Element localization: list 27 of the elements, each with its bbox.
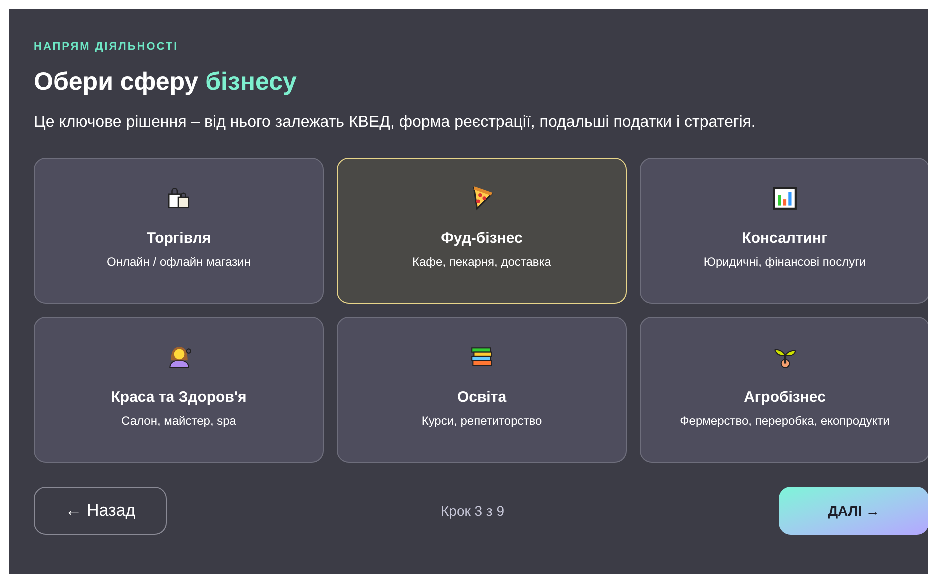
bar-chart-icon	[772, 185, 798, 211]
section-label: НАПРЯМ ДІЯЛЬНОСТІ	[34, 40, 179, 55]
shopping-bag-icon	[166, 185, 192, 211]
category-card[interactable]: Освіта Курси, репетиторство	[337, 317, 627, 463]
card-title: Освіта	[457, 388, 507, 408]
card-title: Агробізнес	[744, 388, 826, 408]
card-subtitle: Онлайн / офлайн магазин	[107, 254, 251, 270]
card-title: Краса та Здоров'я	[111, 388, 247, 408]
card-subtitle: Фермерство, переробка, екопродукти	[680, 413, 890, 429]
card-subtitle: Салон, майстер, spa	[122, 413, 236, 429]
next-button[interactable]: ДАЛІ →	[779, 487, 928, 535]
card-subtitle: Кафе, пекарня, доставка	[412, 254, 552, 270]
card-title: Фуд-бізнес	[441, 229, 523, 249]
description: Це ключове рішення – від нього залежать КВЕД, форма реєстрації, подальші податки і стратегія.	[34, 113, 756, 133]
category-card[interactable]: Краса та Здоров'я Салон, майстер, spa	[34, 317, 324, 463]
step-indicator: Крок 3 з 9	[441, 502, 505, 521]
card-title: Торгівля	[146, 229, 212, 249]
card-subtitle: Курси, репетиторство	[422, 413, 542, 429]
card-title: Консалтинг	[742, 229, 828, 249]
back-button[interactable]: ← Назад	[34, 487, 167, 535]
category-card[interactable]: Фуд-бізнес Кафе, пекарня, доставка	[337, 158, 627, 304]
card-subtitle: Юридичні, фінансові послуги	[704, 254, 866, 270]
category-card[interactable]: Консалтинг Юридичні, фінансові послуги	[640, 158, 928, 304]
category-card[interactable]: Агробізнес Фермерство, переробка, екопродукти	[640, 317, 928, 463]
category-card[interactable]: Торгівля Онлайн / офлайн магазин	[34, 158, 324, 304]
page-title: Обери сферу	[34, 67, 199, 98]
page-title-highlight: бізнесу	[206, 67, 297, 98]
